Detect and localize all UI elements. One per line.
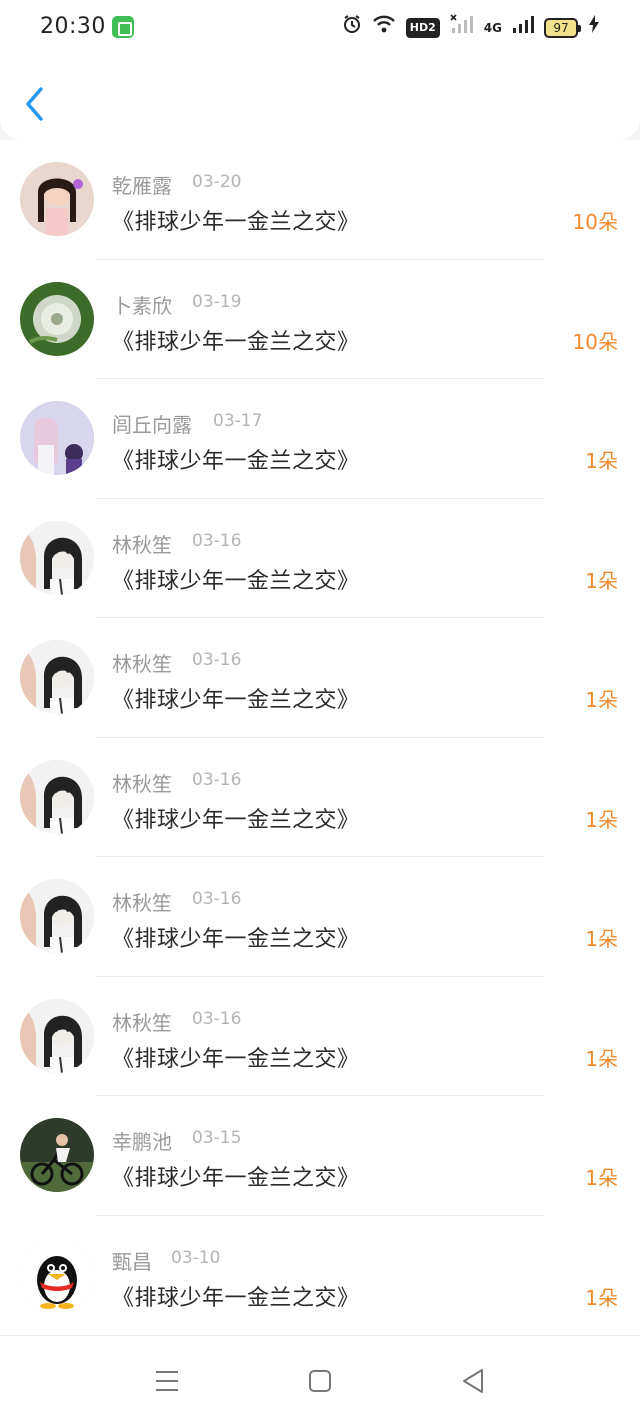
record-date: 03-17 xyxy=(213,411,263,431)
record-date: 03-16 xyxy=(192,889,242,909)
book-title[interactable]: 《排球少年一金兰之交》 xyxy=(112,682,360,714)
book-title[interactable]: 《排球少年一金兰之交》 xyxy=(112,563,360,595)
flower-count: 1朵 xyxy=(585,1046,618,1071)
status-bar: 20:30 HD2 4G 97 xyxy=(0,0,640,56)
alarm-icon xyxy=(342,14,362,43)
book-title[interactable]: 《排球少年一金兰之交》 xyxy=(112,324,360,356)
hd-voice-icon: HD2 xyxy=(405,18,440,38)
book-title[interactable]: 《排球少年一金兰之交》 xyxy=(112,1041,360,1073)
avatar[interactable] xyxy=(20,1237,94,1312)
status-time: 20:30 xyxy=(40,14,106,39)
flower-count: 1朵 xyxy=(585,807,618,832)
avatar[interactable] xyxy=(20,998,94,1073)
record-date: 03-20 xyxy=(192,172,242,192)
avatar[interactable] xyxy=(20,520,94,595)
network-type: 4G xyxy=(483,21,502,35)
menu-button[interactable] xyxy=(152,1366,182,1396)
flower-count: 1朵 xyxy=(585,449,618,473)
list-item[interactable]: 林秋笙 03-16 《排球少年一金兰之交》 1朵 xyxy=(0,499,640,618)
book-title[interactable]: 《排球少年一金兰之交》 xyxy=(112,1280,360,1312)
avatar[interactable] xyxy=(20,281,94,356)
list-item[interactable]: 林秋笙 03-16 《排球少年一金兰之交》 1朵 xyxy=(0,977,640,1096)
flower-count: 1朵 xyxy=(585,927,618,951)
book-title[interactable]: 《排球少年一金兰之交》 xyxy=(112,802,360,834)
back-triangle-icon xyxy=(463,1369,483,1393)
list-item[interactable]: 卜素欣 03-19 《排球少年一金兰之交》 10朵 xyxy=(0,260,640,379)
battery-icon: 97 xyxy=(544,18,581,38)
top-app-bar xyxy=(0,56,640,140)
list-item[interactable]: 闾丘向露 03-17 《排球少年一金兰之交》 1朵 xyxy=(0,379,640,499)
menu-icon xyxy=(156,1371,178,1391)
charging-icon xyxy=(588,14,600,43)
app-notification-icon xyxy=(112,16,134,38)
sender-name: 乾雁露 xyxy=(112,174,172,198)
sender-name: 林秋笙 xyxy=(112,891,172,915)
book-title[interactable]: 《排球少年一金兰之交》 xyxy=(112,1160,360,1192)
flower-count: 1朵 xyxy=(585,688,618,712)
sender-name: 甄昌 xyxy=(112,1249,152,1274)
flower-count: 1朵 xyxy=(585,568,618,593)
record-date: 03-16 xyxy=(192,1008,242,1029)
sender-name: 林秋笙 xyxy=(112,652,172,676)
signal-empty-icon xyxy=(450,13,474,43)
sender-name: 卜素欣 xyxy=(112,293,172,318)
system-back-button[interactable] xyxy=(458,1366,488,1396)
sender-name: 幸鹏池 xyxy=(112,1130,172,1154)
sender-name: 林秋笙 xyxy=(112,1010,172,1035)
record-date: 03-15 xyxy=(192,1128,242,1148)
list-item[interactable]: 甄昌 03-10 《排球少年一金兰之交》 1朵 xyxy=(0,1216,640,1336)
book-title[interactable]: 《排球少年一金兰之交》 xyxy=(112,204,360,236)
record-date: 03-10 xyxy=(171,1247,221,1268)
book-title[interactable]: 《排球少年一金兰之交》 xyxy=(112,443,360,475)
flower-count: 1朵 xyxy=(585,1285,618,1310)
list-item[interactable]: 林秋笙 03-16 《排球少年一金兰之交》 1朵 xyxy=(0,738,640,857)
record-date: 03-16 xyxy=(192,650,242,670)
record-date: 03-16 xyxy=(192,769,242,790)
sender-name: 林秋笙 xyxy=(112,771,172,796)
flower-count: 10朵 xyxy=(572,210,618,234)
flower-count: 10朵 xyxy=(572,329,618,354)
record-date: 03-19 xyxy=(192,291,242,312)
list-item[interactable]: 幸鹏池 03-15 《排球少年一金兰之交》 1朵 xyxy=(0,1096,640,1216)
avatar[interactable] xyxy=(20,401,94,475)
avatar[interactable] xyxy=(20,879,94,953)
record-date: 03-16 xyxy=(192,530,242,551)
sender-name: 林秋笙 xyxy=(112,532,172,557)
home-square-icon xyxy=(309,1370,331,1392)
status-icons: HD2 4G 97 xyxy=(342,13,600,43)
chevron-left-icon xyxy=(26,87,43,121)
avatar[interactable] xyxy=(20,640,94,714)
system-nav-bar xyxy=(0,1335,640,1422)
avatar[interactable] xyxy=(20,1118,94,1192)
sender-name: 闾丘向露 xyxy=(112,413,192,437)
wifi-icon xyxy=(372,14,396,43)
list-item[interactable]: 林秋笙 03-16 《排球少年一金兰之交》 1朵 xyxy=(0,618,640,738)
home-button[interactable] xyxy=(305,1366,335,1396)
avatar[interactable] xyxy=(20,759,94,834)
book-title[interactable]: 《排球少年一金兰之交》 xyxy=(112,921,360,953)
gift-record-list: 乾雁露 03-20 《排球少年一金兰之交》 10朵 卜素欣 03-19 《排球少年一金兰之交… xyxy=(0,140,640,1335)
avatar[interactable] xyxy=(20,162,94,236)
list-item[interactable]: 林秋笙 03-16 《排球少年一金兰之交》 1朵 xyxy=(0,857,640,977)
list-item[interactable]: 乾雁露 03-20 《排球少年一金兰之交》 10朵 xyxy=(0,140,640,260)
back-button[interactable] xyxy=(20,84,50,124)
signal-icon xyxy=(512,14,534,43)
flower-count: 1朵 xyxy=(585,1166,618,1190)
